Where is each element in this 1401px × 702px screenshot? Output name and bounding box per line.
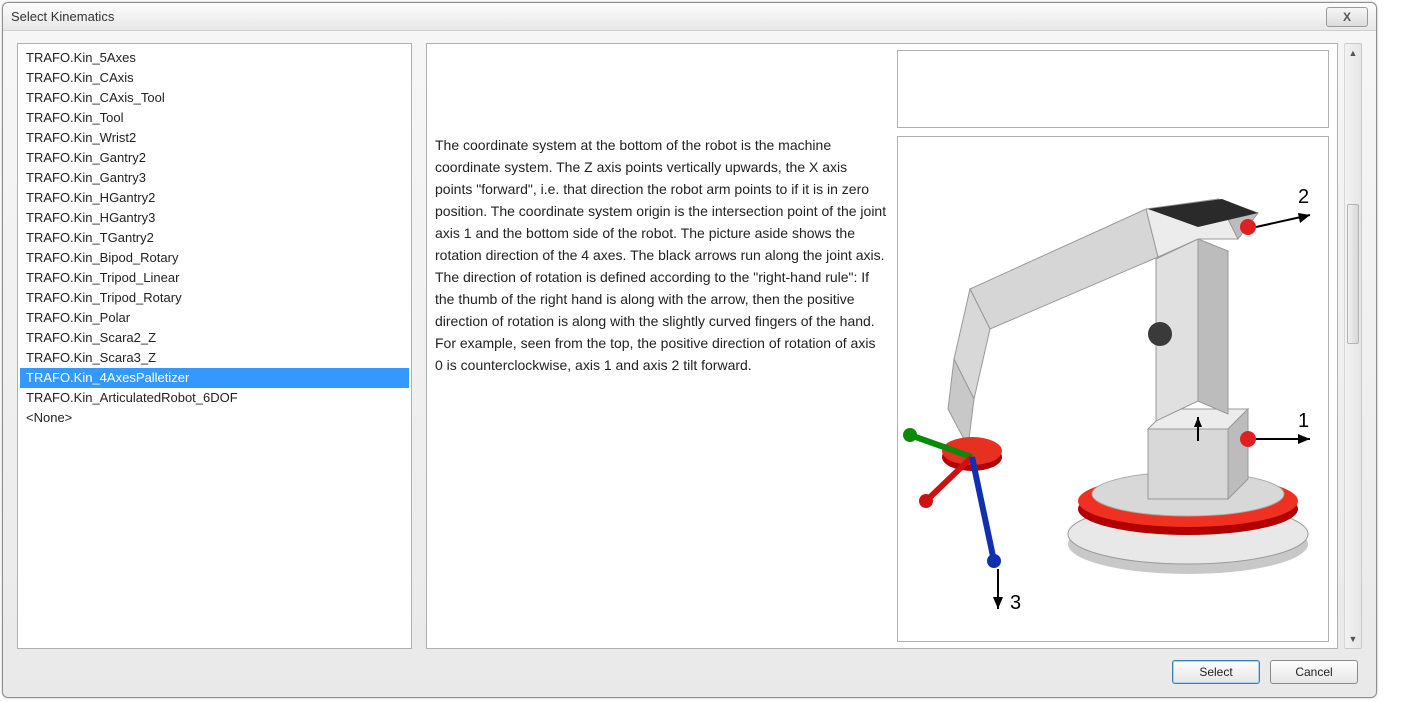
close-icon: X — [1343, 10, 1351, 24]
axis-label-1: 1 — [1298, 410, 1309, 432]
close-button[interactable]: X — [1326, 7, 1368, 27]
scroll-thumb[interactable] — [1347, 204, 1359, 344]
dialog-window: Select Kinematics X TRAFO.Kin_5AxesTRAFO… — [2, 2, 1377, 698]
list-item[interactable]: TRAFO.Kin_CAxis_Tool — [20, 88, 409, 108]
axis-label-2: 2 — [1298, 186, 1309, 208]
details-panel: The coordinate system at the bottom of t… — [426, 43, 1338, 649]
image-box-main: 3 1 2 — [897, 136, 1329, 642]
scroll-down-icon[interactable]: ▼ — [1345, 630, 1361, 648]
list-item[interactable]: TRAFO.Kin_Scara3_Z — [20, 348, 409, 368]
select-button[interactable]: Select — [1172, 660, 1260, 684]
list-item[interactable]: TRAFO.Kin_Bipod_Rotary — [20, 248, 409, 268]
right-area: The coordinate system at the bottom of t… — [426, 43, 1362, 649]
list-item[interactable]: TRAFO.Kin_4AxesPalletizer — [20, 368, 409, 388]
axis-label-3: 3 — [1010, 592, 1021, 614]
list-item[interactable]: TRAFO.Kin_Tool — [20, 108, 409, 128]
titlebar[interactable]: Select Kinematics X — [3, 3, 1376, 31]
list-item[interactable]: TRAFO.Kin_Polar — [20, 308, 409, 328]
list-item[interactable]: TRAFO.Kin_5Axes — [20, 48, 409, 68]
vertical-scrollbar[interactable]: ▲ ▼ — [1344, 43, 1362, 649]
image-box-top — [897, 50, 1329, 128]
window-title: Select Kinematics — [11, 9, 1326, 24]
cancel-button[interactable]: Cancel — [1270, 660, 1358, 684]
list-item[interactable]: TRAFO.Kin_TGantry2 — [20, 228, 409, 248]
scroll-up-icon[interactable]: ▲ — [1345, 44, 1361, 62]
description-text: The coordinate system at the bottom of t… — [435, 50, 887, 376]
list-item[interactable]: TRAFO.Kin_HGantry2 — [20, 188, 409, 208]
list-item[interactable]: TRAFO.Kin_Tripod_Linear — [20, 268, 409, 288]
list-item[interactable]: TRAFO.Kin_HGantry3 — [20, 208, 409, 228]
image-column: 3 1 2 — [897, 50, 1329, 642]
content-area: TRAFO.Kin_5AxesTRAFO.Kin_CAxisTRAFO.Kin_… — [3, 31, 1376, 653]
list-item[interactable]: TRAFO.Kin_CAxis — [20, 68, 409, 88]
description-column: The coordinate system at the bottom of t… — [435, 50, 887, 642]
list-item[interactable]: TRAFO.Kin_ArticulatedRobot_6DOF — [20, 388, 409, 408]
list-item[interactable]: TRAFO.Kin_Wrist2 — [20, 128, 409, 148]
list-item[interactable]: <None> — [20, 408, 409, 428]
robot-illustration: 3 1 2 — [898, 137, 1328, 641]
kinematics-listbox[interactable]: TRAFO.Kin_5AxesTRAFO.Kin_CAxisTRAFO.Kin_… — [17, 43, 412, 649]
dialog-footer: Select Cancel — [3, 653, 1376, 697]
list-item[interactable]: TRAFO.Kin_Gantry3 — [20, 168, 409, 188]
list-item[interactable]: TRAFO.Kin_Gantry2 — [20, 148, 409, 168]
list-item[interactable]: TRAFO.Kin_Scara2_Z — [20, 328, 409, 348]
list-item[interactable]: TRAFO.Kin_Tripod_Rotary — [20, 288, 409, 308]
